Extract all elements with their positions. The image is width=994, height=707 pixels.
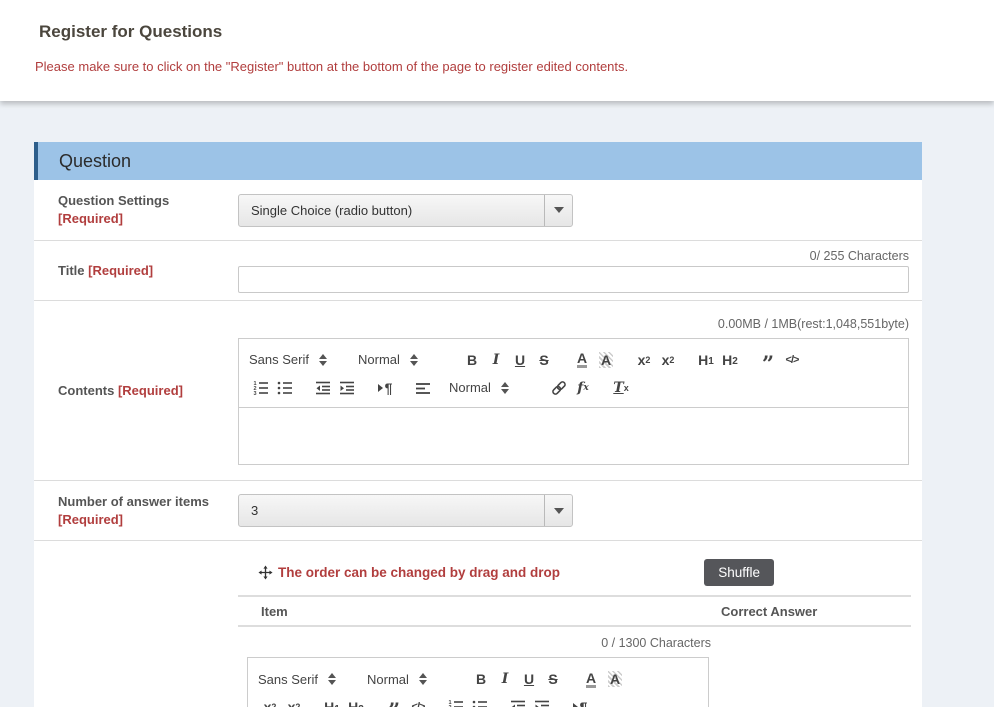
item-table-header: Item Correct Answer [238,595,911,627]
move-icon[interactable] [258,565,273,580]
dropdown-button[interactable] [544,495,572,526]
align-icon[interactable] [411,376,435,400]
contents-toolbar: Sans Serif Normal B I U S [239,339,908,408]
item-editor: Sans Serif Normal B I U S [247,657,709,707]
font-picker-label: Sans Serif [258,672,318,687]
code-block-icon[interactable]: </> [780,348,804,372]
contents-editor: Sans Serif Normal B I U S [238,338,909,465]
contents-editor-area[interactable] [239,408,908,464]
text-color-icon[interactable]: A [579,667,603,691]
header-picker[interactable]: Normal [367,672,455,687]
header2-icon[interactable]: H2 [344,695,368,707]
title-char-counter: 0/ 255 Characters [238,249,909,263]
header1-icon[interactable]: H1 [694,348,718,372]
subscript-icon[interactable]: x2 [632,348,656,372]
line-height-picker-label: Normal [449,380,491,395]
italic-icon[interactable]: I [493,667,517,691]
num-items-value: 3 [239,503,544,518]
blockquote-icon[interactable]: ” [756,348,780,372]
link-icon[interactable] [547,376,571,400]
row-answer-items: The order can be changed by drag and dro… [34,540,922,707]
italic-icon[interactable]: I [484,348,508,372]
indent-icon[interactable] [335,376,359,400]
header1-icon[interactable]: H1 [320,695,344,707]
line-height-picker[interactable]: Normal [449,380,533,395]
clean-format-icon[interactable]: Tx [609,376,633,400]
bold-icon[interactable]: B [460,348,484,372]
required-badge: [Required] [58,211,123,226]
underline-icon[interactable]: U [508,348,532,372]
row-contents: Contents [Required] 0.00MB / 1MB(rest:1,… [34,300,922,480]
font-picker-label: Sans Serif [249,352,309,367]
strikethrough-icon[interactable]: S [532,348,556,372]
question-form-card: Question Question Settings [Required] Si… [34,142,922,707]
header2-icon[interactable]: H2 [718,348,742,372]
num-items-label: Number of answer items [58,494,209,509]
formula-icon[interactable]: fx [571,376,595,400]
subscript-icon[interactable]: x2 [258,695,282,707]
background-color-icon[interactable]: A [594,348,618,372]
item-toolbar: Sans Serif Normal B I U S [248,658,708,707]
header-picker-label: Normal [367,672,409,687]
column-header-correct-answer: Correct Answer [721,604,911,619]
required-badge: [Required] [118,383,183,398]
text-direction-icon[interactable]: ¶ [373,376,397,400]
column-header-item: Item [238,604,721,619]
svg-text:3: 3 [254,391,257,397]
row-number-of-items: Number of answer items [Required] 3 [34,480,922,540]
bullet-list-icon[interactable] [468,695,492,707]
blockquote-icon[interactable]: ” [382,695,406,707]
drag-drop-note: The order can be changed by drag and dro… [278,565,560,580]
page-header: Register for Questions Please make sure … [0,0,994,101]
picker-arrows-icon [410,354,418,366]
text-direction-icon[interactable]: ¶ [568,695,592,707]
page-title: Register for Questions [39,22,222,42]
row-title: Title [Required] 0/ 255 Characters [34,240,922,300]
question-settings-value: Single Choice (radio button) [239,203,544,218]
title-label: Title [58,263,85,278]
background-color-icon[interactable]: A [603,667,627,691]
contents-label: Contents [58,383,114,398]
item-char-counter: 0 / 1300 Characters [247,636,711,650]
picker-arrows-icon [419,673,427,685]
outdent-icon[interactable] [311,376,335,400]
shuffle-button[interactable]: Shuffle [704,559,774,586]
num-items-dropdown[interactable]: 3 [238,494,573,527]
underline-icon[interactable]: U [517,667,541,691]
question-settings-dropdown[interactable]: Single Choice (radio button) [238,194,573,227]
code-block-icon[interactable]: </> [406,695,430,707]
picker-arrows-icon [319,354,327,366]
superscript-icon[interactable]: x2 [282,695,306,707]
superscript-icon[interactable]: x2 [656,348,680,372]
picker-arrows-icon [501,382,509,394]
register-notice: Please make sure to click on the "Regist… [35,59,628,74]
required-badge: [Required] [88,263,153,278]
section-header-question: Question [34,142,922,180]
bullet-list-icon[interactable] [273,376,297,400]
title-input[interactable] [238,266,909,293]
indent-icon[interactable] [530,695,554,707]
question-settings-label: Question Settings [58,193,169,208]
font-picker[interactable]: Sans Serif [249,352,344,367]
outdent-icon[interactable] [506,695,530,707]
ordered-list-icon[interactable]: 123 [444,695,468,707]
ordered-list-icon[interactable]: 123 [249,376,273,400]
dropdown-button[interactable] [544,195,572,226]
text-color-icon[interactable]: A [570,348,594,372]
font-picker[interactable]: Sans Serif [258,672,353,687]
row-question-settings: Question Settings [Required] Single Choi… [34,180,922,240]
header-picker[interactable]: Normal [358,352,446,367]
strikethrough-icon[interactable]: S [541,667,565,691]
section-title: Question [59,151,131,172]
chevron-down-icon [554,207,564,213]
required-badge: [Required] [58,512,123,527]
contents-size-counter: 0.00MB / 1MB(rest:1,048,551byte) [238,317,909,331]
header-picker-label: Normal [358,352,400,367]
chevron-down-icon [554,508,564,514]
picker-arrows-icon [328,673,336,685]
bold-icon[interactable]: B [469,667,493,691]
